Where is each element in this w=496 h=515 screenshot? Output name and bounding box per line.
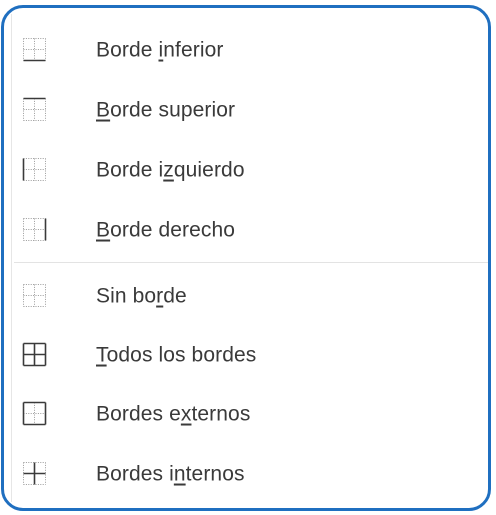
border-right-icon: [23, 218, 47, 241]
menu-item-label: Bordes internos: [96, 462, 245, 486]
menu-item-label: Todos los bordes: [96, 343, 257, 367]
border-top-icon: [23, 97, 46, 121]
menu-separator: [14, 262, 488, 263]
menu-item-right-border[interactable]: Borde derecho: [4, 200, 488, 262]
borders-dropdown-menu: Borde inferior Borde superior Borde izqu…: [1, 5, 491, 511]
borders-menu-list: Borde inferior Borde superior Borde izqu…: [4, 8, 488, 508]
menu-item-left-border[interactable]: Borde izquierdo: [4, 140, 488, 202]
menu-item-bottom-border[interactable]: Borde inferior: [4, 20, 488, 82]
all-borders-icon: [22, 342, 47, 367]
inside-borders-icon: [23, 462, 46, 485]
border-left-icon: [22, 158, 46, 181]
menu-item-label: Borde superior: [96, 98, 236, 122]
border-bottom-icon: [23, 38, 46, 62]
menu-item-label: Bordes externos: [96, 402, 251, 426]
menu-item-no-border[interactable]: Sin borde: [4, 266, 488, 328]
outside-borders-icon: [22, 401, 47, 426]
menu-item-all-borders[interactable]: Todos los bordes: [4, 325, 488, 387]
menu-item-label: Borde izquierdo: [96, 158, 245, 182]
menu-item-top-border[interactable]: Borde superior: [4, 80, 488, 142]
menu-item-outside-borders[interactable]: Bordes externos: [4, 384, 488, 446]
menu-item-inside-borders[interactable]: Bordes internos: [4, 444, 488, 506]
menu-item-label: Borde inferior: [96, 38, 224, 62]
menu-item-label: Sin borde: [96, 284, 187, 308]
menu-item-label: Borde derecho: [96, 218, 236, 242]
no-border-icon: [23, 284, 46, 307]
